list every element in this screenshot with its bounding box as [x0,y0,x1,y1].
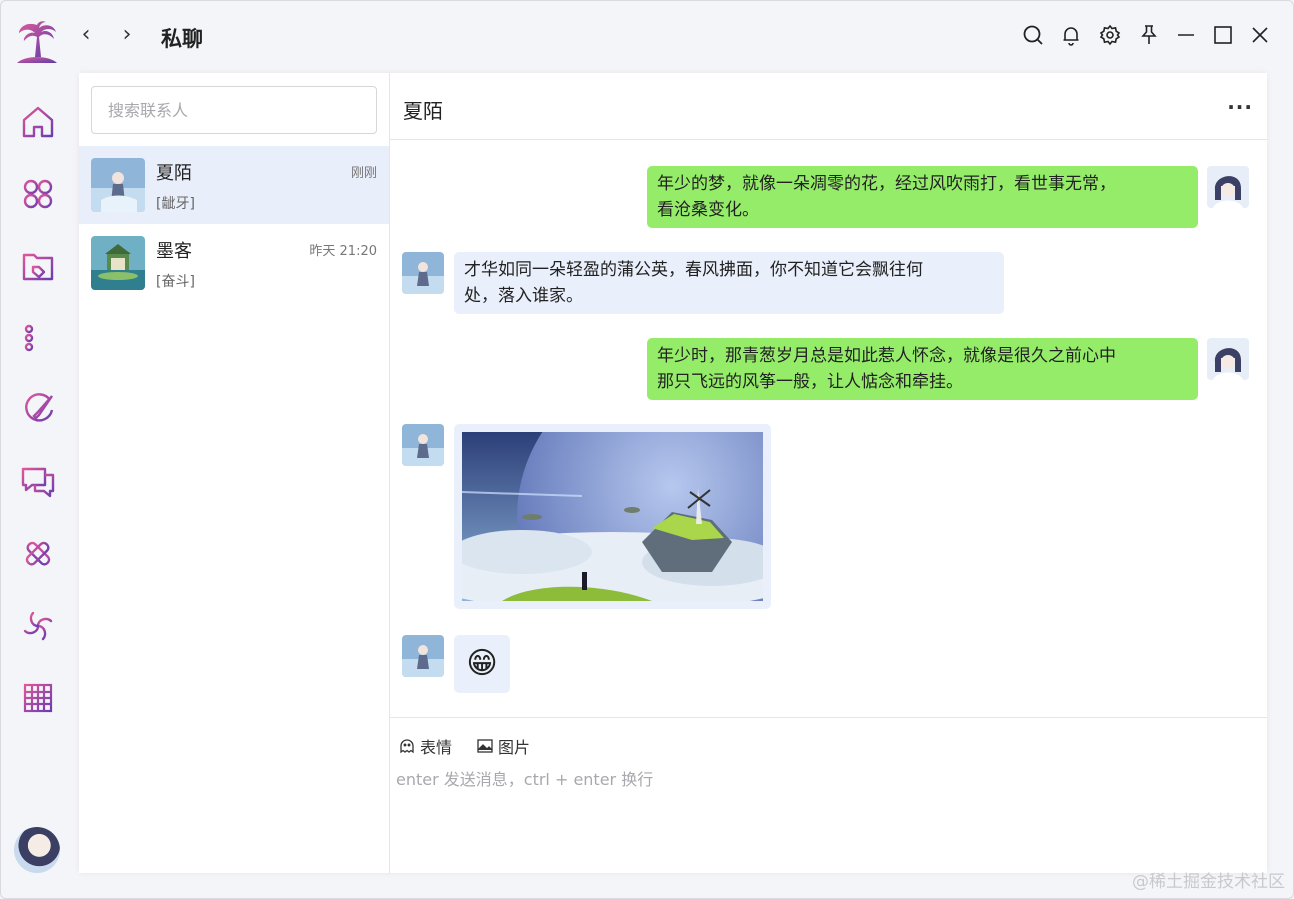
grid-icon[interactable] [19,679,57,717]
search-icon[interactable] [1021,23,1045,47]
filter-list-icon[interactable] [19,319,57,357]
chat-bubbles-icon[interactable] [19,463,57,501]
contact-avatar [402,424,444,466]
contact-list: 夏陌 刚刚 [龇牙] 墨客 昨天 21:20 [奋斗] [79,73,390,873]
message-text: 年少的梦，就像一朵凋零的花，经过风吹雨打，看世事无常， [657,174,1116,194]
landscape-image [462,432,763,601]
message-text: 年少时，那青葱岁月总是如此惹人怀念，就像是很久之前心中 [657,346,1116,366]
app-window: ‹ › 私聊 搜索联系人 夏陌 刚刚 [龇牙] 墨客 昨天 21:20 [奋斗]… [0,0,1294,899]
message-text: 处，落入谁家。 [464,286,583,306]
contact-preview: [龇牙] [156,196,195,212]
contact-name: 夏陌 [156,163,192,184]
contact-avatar [402,252,444,294]
chat-header: 夏陌 ··· [390,73,1267,140]
close-icon[interactable] [1248,23,1272,47]
minimize-icon[interactable] [1174,23,1198,47]
folder-tag-icon[interactable] [19,247,57,285]
my-avatar [1207,166,1249,208]
pin-icon[interactable] [1137,23,1161,47]
contact-time: 刚刚 [350,166,377,181]
bell-icon[interactable] [1059,23,1083,47]
image-button[interactable]: 图片 [476,734,530,758]
more-icon[interactable]: ··· [1227,95,1253,119]
contact-preview: [奋斗] [156,274,195,290]
main-panel: 夏陌 刚刚 [龇牙] 墨客 昨天 21:20 [奋斗] [79,73,1267,873]
back-button[interactable]: ‹ [73,23,99,49]
contact-avatar [91,236,145,290]
image-icon [477,739,493,753]
contact-avatar [402,635,444,677]
emoji-label: 表情 [420,738,453,757]
title-bar: ‹ › 私聊 [1,1,1293,71]
contact-avatar [91,158,145,212]
chat-area: 夏陌 ··· 年少的梦，就像一朵凋零的花，经过风吹雨打，看世事无常， 看沧桑变化… [390,73,1267,873]
message-composer: 表情 图片 [390,717,1267,873]
emoji-message: 😁 [454,635,510,693]
watermark: @稀土掘金技术社区 [1132,872,1285,892]
app-logo [17,21,57,63]
chat-title: 夏陌 [403,99,443,123]
contact-time: 昨天 21:20 [309,244,377,259]
emoji-icon [400,739,414,754]
page-title: 私聊 [161,27,203,51]
message-bubble-sent: 年少的梦，就像一朵凋零的花，经过风吹雨打，看世事无常， 看沧桑变化。 [647,166,1198,228]
message-text: 才华如同一朵轻盈的蒲公英，春风拂面，你不知道它会飘往何 [464,260,923,280]
image-label: 图片 [498,738,531,757]
contact-item[interactable]: 夏陌 刚刚 [龇牙] [79,146,389,224]
search-input[interactable] [91,86,377,134]
message-bubble-received: 才华如同一朵轻盈的蒲公英，春风拂面，你不知道它会飘往何 处，落入谁家。 [454,252,1004,314]
contact-item[interactable]: 墨客 昨天 21:20 [奋斗] [79,224,389,302]
message-input[interactable] [396,766,1256,856]
home-icon[interactable] [19,103,57,141]
image-message[interactable] [454,424,771,609]
maximize-icon[interactable] [1211,23,1235,47]
tools-icon[interactable] [19,535,57,573]
emoji-button[interactable]: 表情 [398,734,452,758]
user-avatar[interactable] [14,827,60,873]
side-rail [1,71,77,898]
message-text: 那只飞远的风筝一般，让人惦念和牵挂。 [657,372,963,392]
brush-icon[interactable] [19,391,57,429]
spiral-icon[interactable] [19,607,57,645]
message-text: 看沧桑变化。 [657,200,759,220]
my-avatar [1207,338,1249,380]
apps-icon[interactable] [19,175,57,213]
message-bubble-sent: 年少时，那青葱岁月总是如此惹人怀念，就像是很久之前心中 那只飞远的风筝一般，让人… [647,338,1198,400]
gear-icon[interactable] [1098,23,1122,47]
forward-button[interactable]: › [114,23,140,49]
contact-name: 墨客 [156,241,192,262]
